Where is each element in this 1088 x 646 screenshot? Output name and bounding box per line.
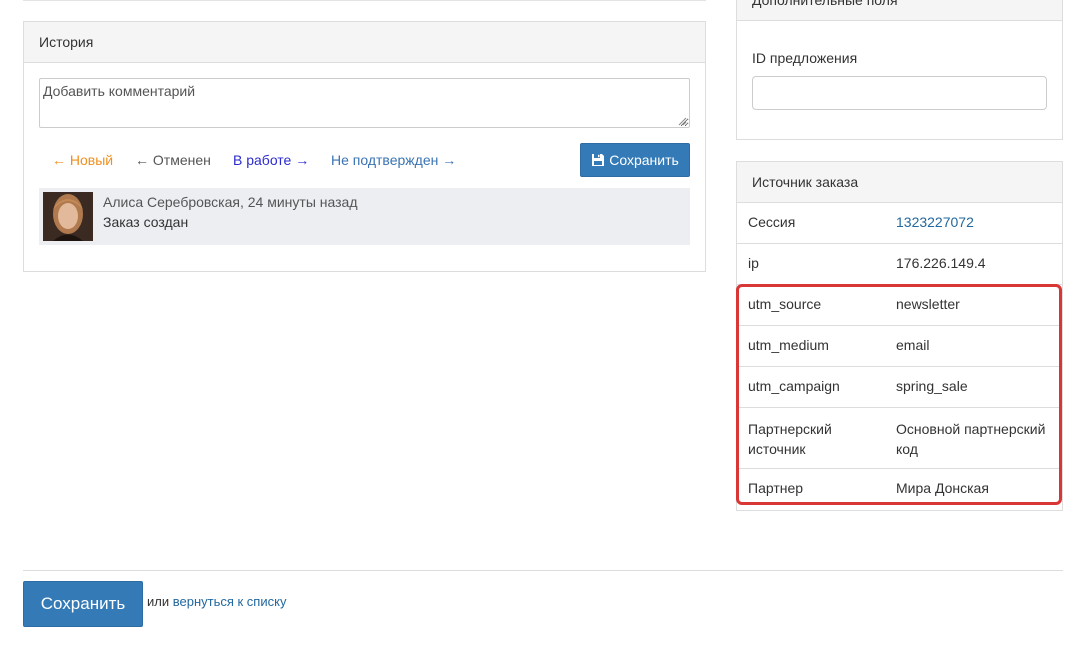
history-panel: История ← Новый ← Отменен В работе → Не … [23,21,706,272]
row-key: ip [748,255,759,271]
status-cancelled-label: Отменен [152,152,211,168]
status-cancelled-link[interactable]: ← Отменен [135,143,211,177]
top-divider [23,0,706,1]
order-source-title: Источник заказа [737,162,1062,203]
order-source-panel: Источник заказа Сессия 1323227072 ip 176… [736,161,1063,511]
offer-id-input[interactable] [752,76,1047,110]
arrow-left-icon: ← [135,152,149,168]
order-source-table: Сессия 1323227072 ip 176.226.149.4 utm_s… [737,203,1062,510]
history-entry: Алиса Серебровская, 24 минуты назад Зака… [39,188,690,245]
table-row: ip 176.226.149.4 [737,244,1062,285]
row-key: utm_source [748,296,822,312]
arrow-left-icon: ← [52,152,66,168]
table-row: Партнерский источник Основной партнерски… [737,408,1062,469]
arrow-right-icon: → [295,152,310,168]
row-key: utm_medium [748,337,829,353]
table-row: utm_source newsletter [737,285,1062,326]
save-button[interactable]: Сохранить [23,581,143,627]
row-value: spring_sale [896,378,968,394]
status-new-label: Новый [69,152,114,168]
avatar [43,192,93,241]
table-row: Партнер Мира Донская [737,469,1062,510]
floppy-disk-icon [592,154,605,166]
additional-fields-title: Дополнительные поля [737,0,1062,21]
offer-id-label: ID предложения [752,50,858,66]
history-panel-title: История [24,22,705,63]
row-value: Основной партнерский код [896,421,1046,457]
resize-grip-icon[interactable] [678,117,687,126]
row-value: Мира Донская [896,480,989,496]
status-actions: ← Новый ← Отменен В работе → Не подтверж… [39,143,690,177]
footer-divider [23,570,1063,571]
or-text: или [147,594,170,609]
entry-author: Алиса Серебровская, 24 минуты назад [103,194,358,210]
session-link[interactable]: 1323227072 [896,214,974,230]
back-to-list-link[interactable]: вернуться к списку [173,594,287,609]
arrow-right-icon: → [442,152,457,168]
row-key: utm_campaign [748,378,840,394]
status-in-progress-link[interactable]: В работе → [233,143,309,177]
footer-text: или вернуться к списку [147,594,286,609]
status-new-link[interactable]: ← Новый [52,143,113,177]
row-key: Партнер [748,480,804,496]
save-comment-button[interactable]: Сохранить [580,143,690,177]
row-key: Сессия [748,214,796,230]
status-unconfirmed-label: Не подтвержден [331,152,439,168]
row-key: Партнерский источник [748,421,832,457]
save-comment-label: Сохранить [609,152,679,168]
status-unconfirmed-link[interactable]: Не подтвержден → [331,143,456,177]
row-value: email [896,337,930,353]
table-row: utm_medium email [737,326,1062,367]
row-value: 176.226.149.4 [896,255,986,271]
table-row: Сессия 1323227072 [737,203,1062,244]
row-value: newsletter [896,296,960,312]
additional-fields-panel: Дополнительные поля ID предложения [736,0,1063,140]
entry-text: Заказ создан [103,214,189,230]
status-in-progress-label: В работе [233,152,292,168]
comment-input[interactable] [39,78,690,128]
table-row: utm_campaign spring_sale [737,367,1062,408]
